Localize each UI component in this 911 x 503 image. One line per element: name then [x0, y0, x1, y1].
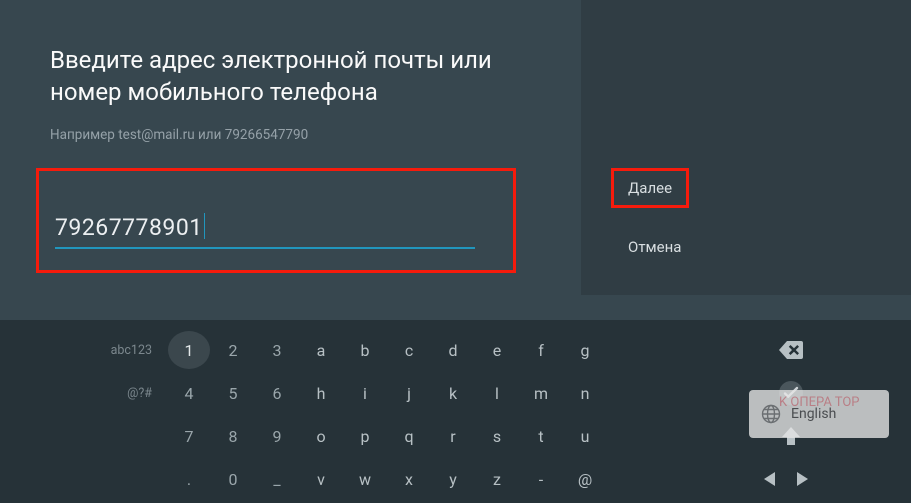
- input-highlight-box: 79267778901: [36, 168, 516, 273]
- key-d[interactable]: d: [432, 331, 474, 369]
- key-1[interactable]: 1: [168, 331, 210, 369]
- key-3[interactable]: 3: [256, 331, 298, 369]
- key-e[interactable]: e: [476, 331, 518, 369]
- key-k[interactable]: k: [432, 374, 474, 412]
- globe-icon: [761, 404, 781, 424]
- keyboard-row: 7 8 9 o p q r s t u: [90, 416, 821, 456]
- next-button[interactable]: Далее: [614, 171, 686, 205]
- next-highlight-box: Далее: [611, 168, 689, 208]
- email-phone-input[interactable]: 79267778901: [55, 209, 475, 249]
- text-caret: [204, 213, 206, 239]
- key-t[interactable]: t: [520, 417, 562, 455]
- key-9[interactable]: 9: [256, 417, 298, 455]
- keyboard-mode-abc123[interactable]: abc123: [90, 343, 168, 358]
- key-2[interactable]: 2: [212, 331, 254, 369]
- key-8[interactable]: 8: [212, 417, 254, 455]
- key-y[interactable]: y: [432, 460, 474, 498]
- key-q[interactable]: q: [388, 417, 430, 455]
- key-i[interactable]: i: [344, 374, 386, 412]
- page-title: Введите адрес электронной почты или номе…: [50, 44, 531, 109]
- key-f[interactable]: f: [520, 331, 562, 369]
- keyboard-mode-symbols[interactable]: @?#: [90, 386, 168, 401]
- key-j[interactable]: j: [388, 374, 430, 412]
- key-4[interactable]: 4: [168, 374, 210, 412]
- key-s[interactable]: s: [476, 417, 518, 455]
- key-g[interactable]: g: [564, 331, 606, 369]
- key-c[interactable]: c: [388, 331, 430, 369]
- key-n[interactable]: n: [564, 374, 606, 412]
- backspace-key[interactable]: [761, 331, 821, 369]
- key-dash[interactable]: -: [520, 460, 562, 498]
- triangle-left-icon: [764, 472, 776, 486]
- triangle-right-icon: [796, 472, 808, 486]
- backspace-icon: [779, 341, 803, 359]
- cancel-button[interactable]: Отмена: [614, 228, 871, 266]
- input-value: 79267778901: [55, 214, 203, 241]
- key-v[interactable]: v: [300, 460, 342, 498]
- input-hint: Например test@mail.ru или 79266547790: [50, 127, 531, 143]
- key-a[interactable]: a: [300, 331, 342, 369]
- key-5[interactable]: 5: [212, 374, 254, 412]
- key-0[interactable]: 0: [212, 460, 254, 498]
- key-at[interactable]: @: [564, 460, 606, 498]
- cursor-right-key[interactable]: [788, 460, 816, 498]
- key-x[interactable]: x: [388, 460, 430, 498]
- key-w[interactable]: w: [344, 460, 386, 498]
- key-l[interactable]: l: [476, 374, 518, 412]
- key-h[interactable]: h: [300, 374, 342, 412]
- language-switcher[interactable]: English K ОПЕРА ТОР: [749, 390, 889, 438]
- key-dot[interactable]: .: [168, 460, 210, 498]
- key-7[interactable]: 7: [168, 417, 210, 455]
- keyboard-row: . 0 _ v w x y z - @: [90, 459, 821, 499]
- key-u[interactable]: u: [564, 417, 606, 455]
- actions-panel: Далее Отмена: [581, 0, 911, 295]
- key-underscore[interactable]: _: [256, 460, 298, 498]
- cursor-left-key[interactable]: [756, 460, 784, 498]
- key-6[interactable]: 6: [256, 374, 298, 412]
- language-label: English: [791, 406, 836, 422]
- key-m[interactable]: m: [520, 374, 562, 412]
- key-b[interactable]: b: [344, 331, 386, 369]
- key-o[interactable]: o: [300, 417, 342, 455]
- key-p[interactable]: p: [344, 417, 386, 455]
- keyboard-row: abc123 1 2 3 a b c d e f g: [90, 330, 821, 370]
- key-z[interactable]: z: [476, 460, 518, 498]
- keyboard-row: @?# 4 5 6 h i j k l m n: [90, 373, 821, 413]
- form-panel: Введите адрес электронной почты или номе…: [0, 0, 581, 295]
- key-r[interactable]: r: [432, 417, 474, 455]
